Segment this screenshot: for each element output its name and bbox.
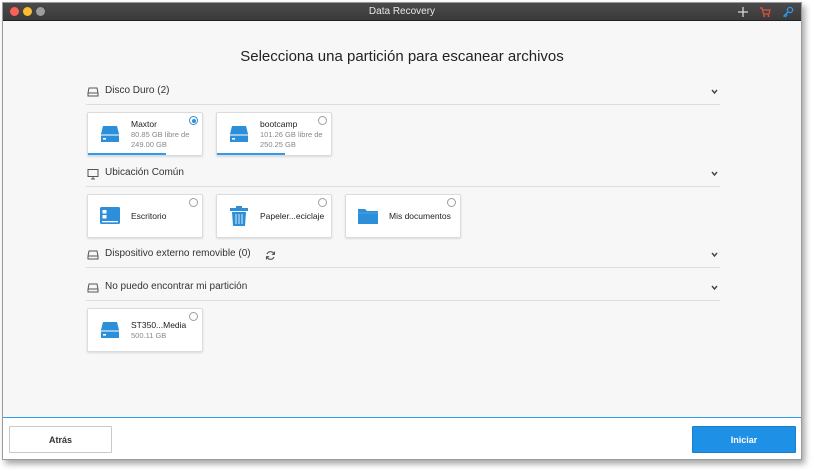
- partition-free: 80.85 GB libre de: [131, 130, 190, 139]
- page-title: Selecciona una partición para escanear a…: [240, 48, 564, 65]
- section-label: Disco Duro (2): [105, 85, 170, 96]
- usage-bar: [88, 153, 166, 155]
- desktop-icon: [100, 207, 120, 224]
- back-button[interactable]: Atrás: [9, 426, 112, 453]
- section-label: Ubicación Común: [105, 167, 184, 178]
- location-card-documents[interactable]: Mis documentos: [345, 194, 461, 238]
- hard-disk-icon: [87, 87, 99, 97]
- partition-size: 101.26 GB libre de 250.25 GB: [260, 130, 330, 150]
- partition-size: 80.85 GB libre de 249.00 GB: [131, 130, 201, 150]
- location-name: Escritorio: [131, 211, 167, 221]
- refresh-icon[interactable]: [265, 250, 276, 261]
- chevron-down-icon[interactable]: [710, 169, 719, 178]
- main-content: Selecciona una partición para escanear a…: [3, 22, 801, 417]
- monitor-icon: [87, 169, 99, 180]
- partition-free: 101.26 GB libre de: [260, 130, 323, 139]
- location-card-desktop[interactable]: Escritorio: [87, 194, 203, 238]
- chevron-down-icon[interactable]: [710, 250, 719, 259]
- section-label: Dispositivo externo removible (0): [105, 248, 251, 259]
- partition-radio[interactable]: [189, 116, 198, 125]
- partition-name: ST350...Media: [131, 320, 187, 330]
- location-radio[interactable]: [189, 198, 198, 207]
- drive-icon: [101, 322, 119, 338]
- chevron-down-icon[interactable]: [710, 87, 719, 96]
- location-card-trash[interactable]: Papeler...eciclaje: [216, 194, 332, 238]
- drive-icon: [230, 126, 248, 142]
- cart-icon[interactable]: [758, 5, 772, 19]
- location-name: Mis documentos: [389, 211, 451, 221]
- location-radio[interactable]: [318, 198, 327, 207]
- plus-icon[interactable]: [736, 5, 750, 19]
- partition-total: 250.25 GB: [260, 140, 296, 149]
- partition-name: bootcamp: [260, 119, 298, 129]
- folder-icon: [358, 209, 378, 224]
- trash-icon: [230, 206, 248, 226]
- usage-bar: [217, 153, 285, 155]
- key-icon[interactable]: [781, 5, 795, 19]
- partition-name: Maxtor: [131, 119, 157, 129]
- window-title: Data Recovery: [368, 6, 436, 17]
- section-lost-partition[interactable]: No puedo encontrar mi partición: [86, 279, 720, 301]
- location-radio[interactable]: [447, 198, 456, 207]
- section-common-location[interactable]: Ubicación Común: [86, 165, 720, 187]
- drive-icon: [101, 126, 119, 142]
- start-button[interactable]: Iniciar: [692, 426, 796, 453]
- hard-disk-icon: [87, 283, 99, 293]
- partition-radio[interactable]: [318, 116, 327, 125]
- footer-bar: Atrás Iniciar: [3, 417, 801, 459]
- app-window: Data Recovery Selecciona una partición p…: [2, 2, 802, 460]
- partition-card-bootcamp[interactable]: bootcamp 101.26 GB libre de 250.25 GB: [216, 112, 332, 156]
- partition-total: 249.00 GB: [131, 140, 167, 149]
- partition-card-maxtor[interactable]: Maxtor 80.85 GB libre de 249.00 GB: [87, 112, 203, 156]
- chevron-down-icon[interactable]: [710, 283, 719, 292]
- section-external-device[interactable]: Dispositivo externo removible (0): [86, 246, 720, 268]
- partition-radio[interactable]: [189, 312, 198, 321]
- hard-disk-icon: [87, 250, 99, 260]
- section-hard-disk[interactable]: Disco Duro (2): [86, 83, 720, 105]
- location-name: Papeler...eciclaje: [260, 211, 325, 221]
- title-bar: Data Recovery: [3, 3, 801, 21]
- section-label: No puedo encontrar mi partición: [105, 281, 248, 292]
- partition-card-st350[interactable]: ST350...Media 500.11 GB: [87, 308, 203, 352]
- partition-size: 500.11 GB: [131, 331, 167, 340]
